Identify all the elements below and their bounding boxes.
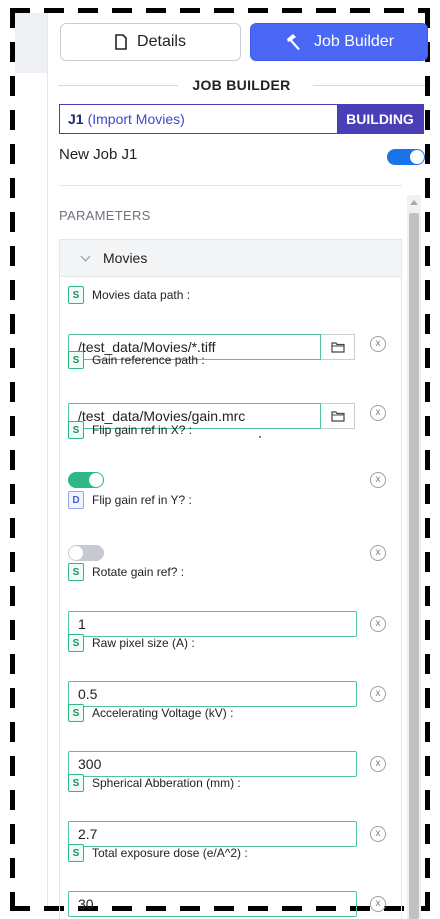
param-row-label: S Spherical Abberation (mm) : — [68, 774, 241, 792]
scalar-badge: S — [68, 421, 84, 439]
scroll-up-arrow-icon[interactable] — [410, 200, 418, 205]
tab-details-label: Details — [137, 33, 186, 50]
document-icon — [115, 34, 127, 50]
total-exposure-dose-input[interactable]: 30 — [68, 891, 357, 917]
tab-job-builder[interactable]: Job Builder — [250, 23, 428, 61]
clear-icon[interactable]: x — [370, 336, 386, 352]
scalar-badge: S — [68, 634, 84, 652]
tab-job-builder-label: Job Builder — [313, 33, 395, 50]
folder-icon — [330, 410, 345, 422]
scalar-badge: S — [68, 286, 84, 304]
divider — [59, 185, 402, 186]
flip-x-toggle[interactable] — [68, 472, 104, 488]
status-badge: BUILDING — [337, 105, 423, 133]
param-row-label: S Rotate gain ref? : — [68, 563, 184, 581]
section-title: JOB BUILDER — [192, 77, 291, 93]
new-job-toggle[interactable] — [387, 149, 425, 165]
parameters-heading: PARAMETERS — [59, 208, 151, 223]
clear-icon[interactable]: x — [370, 896, 386, 912]
clear-icon[interactable]: x — [370, 545, 386, 561]
selection-frame-right — [425, 8, 430, 911]
scalar-badge: S — [68, 774, 84, 792]
param-row-label: S Movies data path : — [68, 286, 190, 304]
clear-icon[interactable]: x — [370, 616, 386, 632]
folder-icon — [330, 341, 345, 353]
clear-icon[interactable]: x — [370, 472, 386, 488]
chevron-down-icon — [80, 251, 91, 261]
tab-details[interactable]: Details — [60, 23, 241, 61]
scalar-badge: S — [68, 563, 84, 581]
left-strip — [15, 13, 47, 906]
new-job-label: New Job J1 — [59, 146, 138, 163]
clear-icon[interactable]: x — [370, 686, 386, 702]
browse-button[interactable] — [321, 334, 355, 360]
param-row-label: S Flip gain ref in X? : — [68, 421, 192, 439]
param-label: Flip gain ref in X? : — [92, 423, 193, 437]
param-row-label: S Raw pixel size (A) : — [68, 634, 195, 652]
param-label: Movies data path : — [92, 288, 191, 302]
clear-icon[interactable]: x — [370, 405, 386, 421]
job-id: J1 — [68, 111, 84, 127]
group-title: Movies — [103, 250, 148, 266]
param-label: Raw pixel size (A) : — [92, 636, 195, 650]
section-heading: JOB BUILDER — [58, 77, 425, 95]
flip-y-toggle[interactable] — [68, 545, 104, 561]
param-label: Spherical Abberation (mm) : — [92, 776, 241, 790]
movies-group: Movies S Movies data path : /test_data/M… — [59, 239, 402, 919]
movies-group-header[interactable]: Movies — [60, 240, 401, 277]
param-row-label: S Accelerating Voltage (kV) : — [68, 704, 233, 722]
param-label: Flip gain ref in Y? : — [92, 493, 192, 507]
param-row-label: S Total exposure dose (e/A^2) : — [68, 844, 248, 862]
browse-button[interactable] — [321, 403, 355, 429]
param-label: Gain reference path : — [92, 353, 205, 367]
scalar-badge: S — [68, 844, 84, 862]
job-bar[interactable]: J1 (Import Movies) BUILDING — [59, 104, 424, 134]
hammer-icon — [284, 33, 304, 51]
scalar-badge: S — [68, 704, 84, 722]
job-builder-panel: Details Job Builder JOB BUILDER J1 (Impo… — [48, 13, 428, 919]
param-row-label: S Gain reference path : — [68, 351, 205, 369]
param-label: Rotate gain ref? : — [92, 565, 185, 579]
cursor-dot — [259, 436, 261, 438]
clear-icon[interactable]: x — [370, 756, 386, 772]
scalar-badge: S — [68, 351, 84, 369]
clear-icon[interactable]: x — [370, 826, 386, 842]
job-label: J1 (Import Movies) — [60, 105, 337, 133]
job-description: (Import Movies) — [87, 111, 185, 127]
dynamic-badge: D — [68, 491, 84, 509]
param-row-label: D Flip gain ref in Y? : — [68, 491, 192, 509]
param-label: Total exposure dose (e/A^2) : — [92, 846, 248, 860]
param-label: Accelerating Voltage (kV) : — [92, 706, 234, 720]
scrollbar-thumb[interactable] — [409, 213, 419, 919]
